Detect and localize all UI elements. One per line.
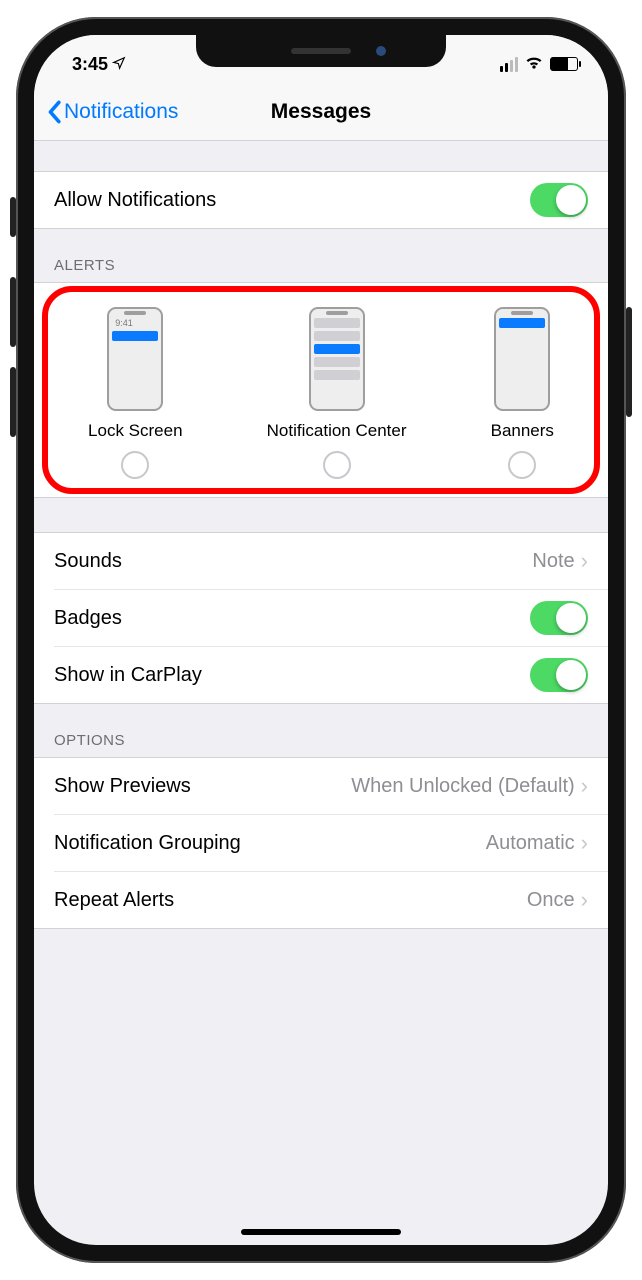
- row-repeat-alerts[interactable]: Repeat Alerts Once ›: [34, 872, 608, 928]
- alert-option-lock-screen[interactable]: 9:41 Lock Screen: [88, 307, 183, 479]
- row-notification-grouping[interactable]: Notification Grouping Automatic ›: [34, 815, 608, 871]
- chevron-right-icon: ›: [581, 830, 588, 856]
- location-icon: [112, 54, 126, 75]
- badges-label: Badges: [54, 607, 122, 630]
- repeat-label: Repeat Alerts: [54, 889, 174, 912]
- allow-label: Allow Notifications: [54, 189, 216, 212]
- radio-unchecked[interactable]: [508, 451, 536, 479]
- row-sounds[interactable]: Sounds Note ›: [34, 533, 608, 589]
- row-allow-notifications[interactable]: Allow Notifications: [34, 172, 608, 228]
- sounds-label: Sounds: [54, 550, 122, 573]
- alert-option-label: Lock Screen: [88, 421, 183, 441]
- radio-unchecked[interactable]: [323, 451, 351, 479]
- lock-screen-icon: 9:41: [107, 307, 163, 411]
- radio-unchecked[interactable]: [121, 451, 149, 479]
- page-title: Messages: [271, 100, 371, 124]
- chevron-right-icon: ›: [581, 773, 588, 799]
- chevron-right-icon: ›: [581, 548, 588, 574]
- back-label: Notifications: [64, 100, 178, 124]
- row-carplay[interactable]: Show in CarPlay: [34, 647, 608, 703]
- carplay-label: Show in CarPlay: [54, 664, 202, 687]
- grouping-label: Notification Grouping: [54, 832, 241, 855]
- badges-toggle[interactable]: [530, 601, 588, 635]
- wifi-icon: [524, 52, 544, 77]
- content[interactable]: Allow Notifications ALERTS 9:41: [34, 141, 608, 1245]
- notch: [196, 35, 446, 67]
- section-header-alerts: ALERTS: [34, 229, 608, 282]
- cellular-icon: [500, 57, 518, 72]
- home-indicator[interactable]: [241, 1229, 401, 1235]
- carplay-toggle[interactable]: [530, 658, 588, 692]
- screen: 3:45 Notifications Messages: [34, 35, 608, 1245]
- sounds-value: Note: [532, 550, 574, 573]
- chevron-left-icon: [46, 100, 62, 124]
- alert-option-banners[interactable]: Banners: [491, 307, 554, 479]
- alert-option-notification-center[interactable]: Notification Center: [267, 307, 407, 479]
- previews-label: Show Previews: [54, 775, 191, 798]
- device-frame: 3:45 Notifications Messages: [16, 17, 626, 1263]
- notification-center-icon: [309, 307, 365, 411]
- grouping-value: Automatic: [486, 832, 575, 855]
- back-button[interactable]: Notifications: [46, 100, 178, 124]
- alert-option-label: Notification Center: [267, 421, 407, 441]
- alert-option-label: Banners: [491, 421, 554, 441]
- row-show-previews[interactable]: Show Previews When Unlocked (Default) ›: [34, 758, 608, 814]
- alerts-panel: 9:41 Lock Screen Notificat: [34, 282, 608, 498]
- status-time: 3:45: [72, 54, 108, 75]
- chevron-right-icon: ›: [581, 887, 588, 913]
- nav-bar: Notifications Messages: [34, 83, 608, 141]
- banners-icon: [494, 307, 550, 411]
- battery-icon: [550, 57, 578, 71]
- previews-value: When Unlocked (Default): [351, 775, 574, 798]
- section-header-options: OPTIONS: [34, 704, 608, 757]
- row-badges[interactable]: Badges: [34, 590, 608, 646]
- repeat-value: Once: [527, 889, 575, 912]
- allow-toggle[interactable]: [530, 183, 588, 217]
